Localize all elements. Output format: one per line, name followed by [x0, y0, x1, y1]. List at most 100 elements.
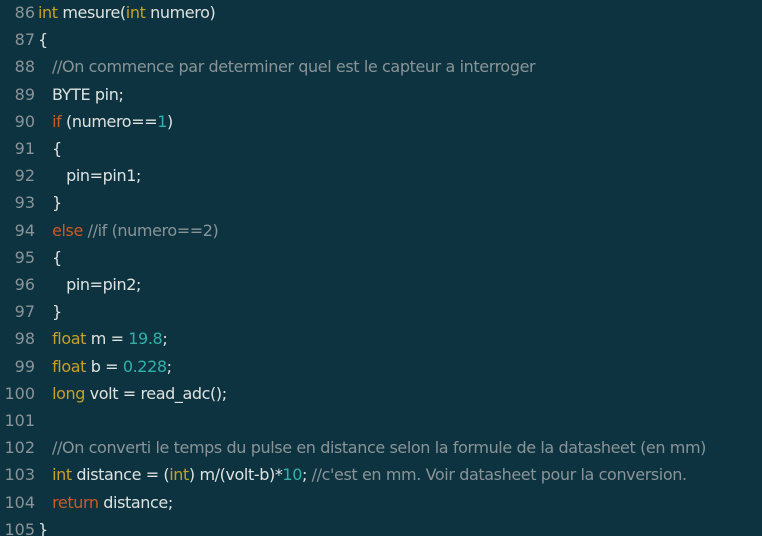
code-text: return distance;	[38, 490, 173, 515]
line-number: 103	[4, 465, 35, 485]
line-number: 89	[14, 84, 35, 104]
code-token: int	[169, 465, 189, 485]
code-line[interactable]: 88 //On commence par determiner quel est…	[0, 54, 762, 81]
line-number: 94	[14, 220, 35, 240]
line-number: 105	[4, 519, 35, 536]
code-text: }	[38, 517, 48, 536]
code-text: }	[38, 190, 62, 215]
code-token: else	[52, 220, 83, 240]
code-line[interactable]: 93 }	[0, 190, 762, 217]
code-token: ) m/(volt-b)*	[188, 465, 283, 485]
code-line[interactable]: 91 {	[0, 136, 762, 163]
code-token: ;	[166, 356, 172, 376]
code-token: {	[38, 247, 62, 267]
line-number: 101	[4, 411, 35, 430]
line-number: 104	[4, 492, 35, 512]
code-token: float	[52, 356, 87, 376]
code-line[interactable]: 87{	[0, 27, 762, 54]
code-text: BYTE pin;	[38, 82, 124, 107]
code-line[interactable]: 86 int mesure(int numero)	[0, 0, 762, 27]
line-number: 95	[14, 247, 35, 267]
code-token: distance;	[98, 492, 173, 512]
code-text: int mesure(int numero)	[38, 0, 216, 25]
line-number: 100	[4, 383, 35, 403]
line-number: 91	[14, 139, 35, 158]
code-token: {	[38, 139, 62, 158]
line-number: 102	[4, 438, 35, 458]
code-line[interactable]: 105}	[0, 517, 762, 536]
code-token: }	[38, 302, 62, 322]
code-token: {	[38, 30, 48, 50]
code-token: int	[125, 3, 146, 22]
line-number: 97	[14, 302, 35, 322]
line-number: 86	[14, 3, 35, 22]
code-text: {	[38, 27, 48, 52]
code-token: ;	[301, 465, 312, 485]
code-line[interactable]: 101	[0, 408, 762, 435]
code-text: float b = 0.228;	[38, 354, 172, 379]
code-token: distance = (	[71, 465, 170, 485]
code-token: return	[52, 492, 99, 512]
code-line[interactable]: 96 pin=pin2;	[0, 272, 762, 299]
code-token: 1	[157, 111, 167, 131]
code-token: int	[52, 465, 72, 485]
code-line[interactable]: 103 int distance = (int) m/(volt-b)*10; …	[0, 462, 762, 489]
code-line[interactable]: 94 else //if (numero==2)	[0, 218, 762, 245]
line-number: 96	[14, 275, 35, 294]
code-text: if (numero==1)	[38, 109, 173, 134]
code-line[interactable]: 98 float m = 19.8;	[0, 326, 762, 353]
code-line[interactable]: 89 BYTE pin;	[0, 82, 762, 109]
code-token: mesure(	[57, 3, 126, 22]
line-number: 87	[14, 30, 35, 50]
code-text: long volt = read_adc();	[38, 381, 227, 406]
code-text: //On converti le temps du pulse en dista…	[38, 435, 706, 460]
code-token: m =	[86, 329, 129, 349]
code-token: //On commence par determiner quel est le…	[38, 57, 536, 77]
code-token: //c'est en mm. Voir datasheet pour la co…	[311, 465, 687, 485]
code-token: if	[52, 111, 62, 131]
code-line[interactable]: 100 long volt = read_adc();	[0, 381, 762, 408]
code-token: }	[38, 193, 62, 213]
line-number: 90	[14, 111, 35, 131]
code-line[interactable]: 97 }	[0, 299, 762, 326]
code-token: )	[167, 111, 173, 131]
code-editor[interactable]: 86 int mesure(int numero) 87{88 //On comme…	[0, 0, 762, 536]
line-number: 93	[14, 193, 35, 213]
code-token: BYTE pin;	[38, 84, 124, 104]
code-token: int	[38, 3, 58, 22]
code-text: //On commence par determiner quel est le…	[38, 54, 536, 79]
code-text: {	[38, 245, 62, 270]
code-token: ;	[162, 329, 168, 349]
code-text: else //if (numero==2)	[38, 218, 219, 243]
code-token: //if (numero==2)	[87, 220, 219, 240]
code-token: numero)	[145, 3, 216, 22]
code-text: pin=pin2;	[38, 272, 141, 297]
code-text: }	[38, 299, 62, 324]
code-token: pin=pin1;	[38, 166, 141, 186]
code-line[interactable]: 102 //On converti le temps du pulse en d…	[0, 435, 762, 462]
code-token: float	[52, 329, 87, 349]
code-line[interactable]: 90 if (numero==1)	[0, 109, 762, 136]
code-line[interactable]: 99 float b = 0.228;	[0, 354, 762, 381]
code-line[interactable]: 95 {	[0, 245, 762, 272]
code-token: long	[52, 383, 85, 403]
code-text: int distance = (int) m/(volt-b)*10; //c'…	[38, 462, 687, 487]
code-token: pin=pin2;	[38, 275, 141, 294]
line-number: 92	[14, 166, 35, 186]
code-token: }	[38, 519, 48, 536]
code-token: (numero==	[61, 111, 158, 131]
line-number: 98	[14, 329, 35, 349]
code-text: float m = 19.8;	[38, 326, 168, 351]
code-token: 10	[282, 465, 302, 485]
code-token: volt = read_adc();	[85, 383, 227, 403]
code-token: //On converti le temps du pulse en dista…	[38, 438, 706, 458]
code-line[interactable]: 104 return distance;	[0, 490, 762, 517]
code-line[interactable]: 92 pin=pin1;	[0, 163, 762, 190]
